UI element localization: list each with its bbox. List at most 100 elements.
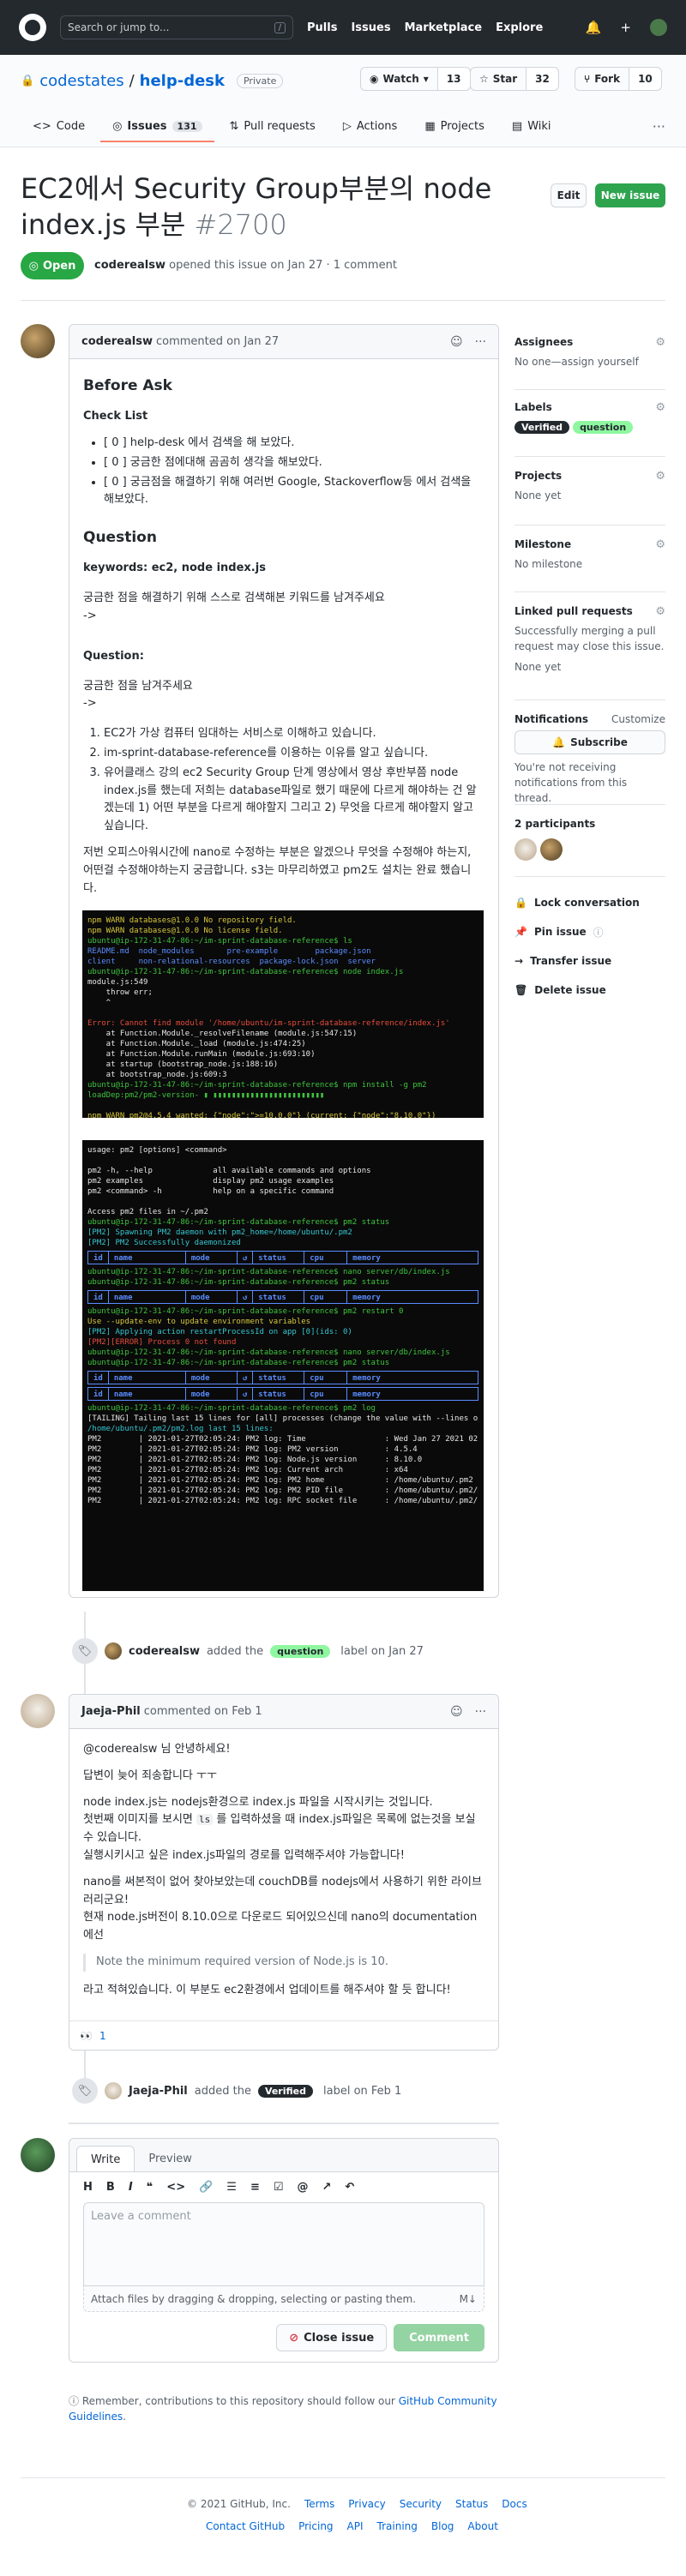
footer-link-blog[interactable]: Blog [431, 2520, 454, 2532]
comment-author[interactable]: coderealsw [81, 335, 153, 348]
issue-author[interactable]: coderealsw [94, 259, 165, 272]
mention-icon[interactable]: @ [298, 2181, 309, 2194]
subscribe-button[interactable]: 🔔 Subscribe [514, 730, 665, 754]
terminal-screenshot-2[interactable]: usage: pm2 [options] <command> pm2 -h, -… [82, 1140, 484, 1591]
milestone-title[interactable]: Milestone [514, 538, 571, 551]
tab-preview[interactable]: Preview [135, 2146, 206, 2171]
tab-actions[interactable]: ▷ Actions [331, 111, 410, 141]
tab-projects[interactable]: ▦ Projects [412, 111, 496, 141]
customize-link[interactable]: Customize [611, 713, 665, 725]
nav-marketplace[interactable]: Marketplace [405, 21, 483, 34]
comment-textarea[interactable]: Leave a comment [83, 2202, 484, 2286]
nav-issues[interactable]: Issues [351, 21, 390, 34]
watch-button[interactable]: ◉ Watch ▾ 13 [360, 67, 471, 91]
gear-icon[interactable]: ⚙ [655, 336, 665, 349]
linked-title[interactable]: Linked pull requests [514, 605, 633, 618]
smiley-icon[interactable]: ☺ [450, 1705, 463, 1719]
italic-icon[interactable]: I [129, 2181, 133, 2194]
footer-link-docs[interactable]: Docs [502, 2498, 527, 2510]
tab-write[interactable]: Write [76, 2146, 135, 2171]
footer-link-contact[interactable]: Contact GitHub [206, 2520, 285, 2532]
footer-link-security[interactable]: Security [400, 2498, 442, 2510]
gear-icon[interactable]: ⚙ [655, 470, 665, 483]
footer-link-terms[interactable]: Terms [304, 2498, 334, 2510]
nav-explore[interactable]: Explore [496, 21, 543, 34]
bell-icon[interactable]: 🔔 [586, 20, 602, 35]
participant-avatar[interactable] [540, 838, 563, 861]
fork-button[interactable]: ⑂ Fork 10 [575, 67, 662, 91]
event-author[interactable]: coderealsw [129, 1645, 200, 1658]
github-logo-icon[interactable] [19, 14, 46, 41]
label-verified[interactable]: Verified [514, 421, 570, 434]
delete-issue-link[interactable]: 🗑 Delete issue [514, 976, 665, 1005]
comment-button[interactable]: Comment [394, 2324, 484, 2351]
label-verified[interactable]: Verified [257, 2084, 313, 2098]
reply-icon[interactable]: ↶ [345, 2181, 354, 2194]
avatar[interactable] [105, 2082, 122, 2099]
assignees-text[interactable]: No one—assign yourself [514, 354, 665, 369]
footer-link-about[interactable]: About [467, 2520, 497, 2532]
repo-name-link[interactable]: help-desk [140, 72, 225, 90]
user-avatar[interactable] [650, 19, 667, 36]
avatar[interactable] [21, 324, 55, 358]
reaction-count[interactable]: 1 [99, 2030, 106, 2042]
kebab-icon[interactable]: ··· [475, 1705, 486, 1719]
transfer-issue-link[interactable]: → Transfer issue [514, 946, 665, 976]
participant-avatar[interactable] [514, 838, 537, 861]
eyes-reaction-icon[interactable]: 👀 [80, 2030, 93, 2042]
search-input[interactable]: Search or jump to... / [60, 15, 293, 39]
edit-title-button[interactable]: Edit [551, 183, 587, 207]
gear-icon[interactable]: ⚙ [655, 605, 665, 618]
avatar[interactable] [21, 1694, 55, 1728]
star-button[interactable]: ☆ Star 32 [470, 67, 559, 91]
star-count[interactable]: 32 [527, 68, 558, 90]
footer-link-privacy[interactable]: Privacy [348, 2498, 385, 2510]
terminal-screenshot-1[interactable]: npm WARN databases@1.0.0 No repository f… [82, 910, 484, 1118]
task-list-icon[interactable]: ☑ [274, 2181, 284, 2194]
more-tabs-icon[interactable]: ··· [653, 118, 665, 135]
close-issue-button[interactable]: ⊘ Close issue [276, 2324, 388, 2351]
event-date[interactable]: label on Jan 27 [340, 1645, 424, 1658]
heading-icon[interactable]: H [83, 2181, 93, 2194]
event-author[interactable]: Jaeja-Phil [129, 2085, 188, 2098]
link-icon[interactable]: 🔗 [199, 2181, 213, 2194]
label-question[interactable]: question [270, 1644, 331, 1658]
bold-icon[interactable]: B [106, 2181, 115, 2194]
unordered-list-icon[interactable]: ☰ [226, 2181, 237, 2194]
footer-link-pricing[interactable]: Pricing [298, 2520, 333, 2532]
fork-count[interactable]: 10 [629, 68, 661, 90]
tab-code[interactable]: <> Code [21, 111, 97, 141]
comment-date[interactable]: commented on Feb 1 [144, 1705, 262, 1718]
quote-icon[interactable]: ❝ [147, 2181, 153, 2194]
tab-pull-requests[interactable]: ⇅ Pull requests [218, 111, 328, 141]
comment-author[interactable]: Jaeja-Phil [81, 1705, 141, 1718]
footer-link-training[interactable]: Training [377, 2520, 418, 2532]
assignees-title[interactable]: Assignees [514, 336, 573, 349]
code-icon[interactable]: <> [166, 2181, 185, 2194]
cross-reference-icon[interactable]: ↗ [322, 2181, 332, 2194]
avatar[interactable] [21, 2138, 55, 2172]
markdown-icon[interactable]: M↓ [460, 2293, 477, 2305]
avatar[interactable] [105, 1642, 122, 1660]
repo-owner-link[interactable]: codestates [39, 72, 123, 90]
kebab-icon[interactable]: ··· [475, 335, 486, 349]
label-question[interactable]: question [573, 421, 634, 434]
pin-issue-link[interactable]: 📌 Pin issue ⓘ [514, 917, 665, 946]
tab-wiki[interactable]: ▤ Wiki [500, 111, 563, 141]
labels-title[interactable]: Labels [514, 401, 552, 414]
attach-files-area[interactable]: Attach files by dragging & dropping, sel… [83, 2286, 484, 2312]
ordered-list-icon[interactable]: ≡ [250, 2181, 260, 2194]
gear-icon[interactable]: ⚙ [655, 538, 665, 551]
nav-pulls[interactable]: Pulls [307, 21, 337, 34]
footer-link-status[interactable]: Status [455, 2498, 488, 2510]
new-issue-button[interactable]: New issue [595, 183, 665, 207]
footer-link-api[interactable]: API [347, 2520, 364, 2532]
info-icon[interactable]: ⓘ [593, 925, 604, 940]
smiley-icon[interactable]: ☺ [450, 335, 463, 349]
event-date[interactable]: label on Feb 1 [323, 2085, 401, 2098]
tab-issues[interactable]: ◎ Issues 131 [100, 111, 214, 142]
lock-conversation-link[interactable]: 🔒 Lock conversation [514, 888, 665, 917]
comment-date[interactable]: commented on Jan 27 [156, 335, 279, 348]
projects-title[interactable]: Projects [514, 470, 562, 483]
watch-count[interactable]: 13 [437, 68, 470, 90]
